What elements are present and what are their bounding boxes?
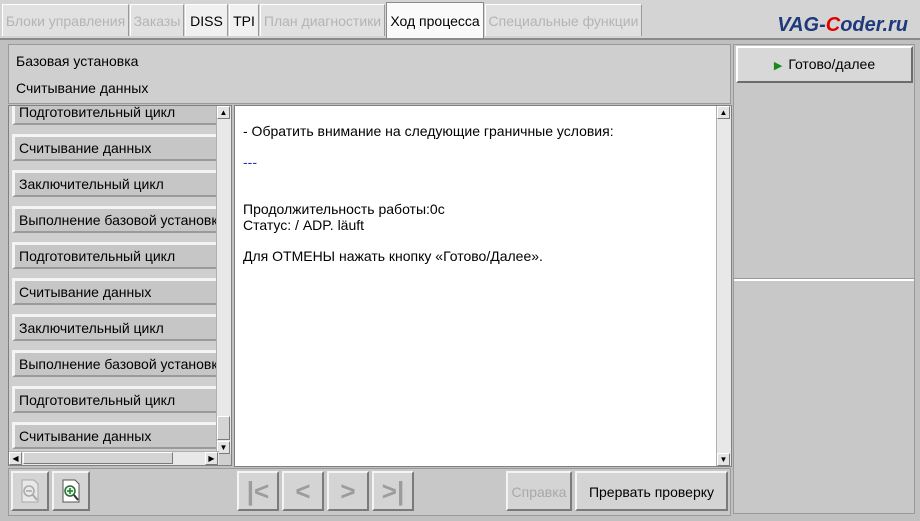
zoom-out-icon bbox=[21, 479, 39, 503]
list-item[interactable]: Считывание данных bbox=[12, 422, 217, 449]
list-item[interactable]: Подготовительный цикл bbox=[12, 386, 217, 413]
abort-check-button[interactable]: Прервать проверку bbox=[575, 471, 728, 511]
panel-divider bbox=[734, 278, 914, 281]
info-line: - Обратить внимание на следующие граничн… bbox=[243, 123, 614, 139]
tab-diagnostic-plan[interactable]: План диагностики bbox=[260, 4, 385, 36]
brand-watermark: VAG-Coder.ru bbox=[777, 14, 908, 36]
prev-page-button[interactable]: < bbox=[282, 471, 324, 511]
scroll-down-icon[interactable]: ▼ bbox=[717, 453, 730, 466]
first-page-icon: |< bbox=[246, 476, 270, 506]
zoom-out-button[interactable] bbox=[11, 471, 49, 511]
list-item[interactable]: Заключительный цикл bbox=[12, 170, 217, 197]
tab-special-functions[interactable]: Специальные функции bbox=[485, 4, 642, 36]
tab-tpi[interactable]: TPI bbox=[229, 4, 259, 36]
prev-page-icon: < bbox=[295, 476, 311, 506]
header-title: Базовая установка bbox=[16, 53, 139, 69]
list-item[interactable]: Считывание данных bbox=[12, 278, 217, 305]
play-icon: ▶ bbox=[773, 60, 783, 72]
step-list: Подготовительный цикл Считывание данных … bbox=[8, 105, 232, 466]
duration-text: Продолжительность работы:0c bbox=[243, 201, 445, 217]
cancel-hint-text: Для ОТМЕНЫ нажать кнопку «Готово/Далее». bbox=[243, 248, 543, 264]
bottom-toolbar: |< < > >| Справка Прервать проверку bbox=[8, 468, 731, 516]
tab-diss[interactable]: DISS bbox=[185, 4, 228, 36]
list-item[interactable]: Подготовительный цикл bbox=[12, 242, 217, 269]
first-page-button[interactable]: |< bbox=[237, 471, 279, 511]
tab-divider bbox=[0, 38, 920, 40]
next-page-icon: > bbox=[340, 476, 356, 506]
scroll-left-icon[interactable]: ◀ bbox=[9, 452, 22, 465]
scroll-right-icon[interactable]: ▶ bbox=[205, 452, 218, 465]
list-item[interactable]: Выполнение базовой установки bbox=[12, 350, 217, 377]
tab-control-units[interactable]: Блоки управления bbox=[2, 4, 129, 36]
list-item[interactable]: Заключительный цикл bbox=[12, 314, 217, 341]
zoom-in-icon bbox=[62, 479, 80, 503]
scroll-thumb[interactable] bbox=[217, 416, 230, 440]
right-panel: ▶ Готово/далее bbox=[733, 44, 915, 514]
scroll-up-icon[interactable]: ▲ bbox=[217, 106, 230, 119]
tab-orders[interactable]: Заказы bbox=[130, 4, 184, 36]
last-page-icon: >| bbox=[381, 476, 405, 506]
scroll-thumb[interactable] bbox=[23, 452, 173, 464]
list-vertical-scrollbar[interactable]: ▲ ▼ bbox=[216, 106, 231, 454]
last-page-button[interactable]: >| bbox=[372, 471, 414, 511]
scroll-up-icon[interactable]: ▲ bbox=[717, 106, 730, 119]
list-item[interactable]: Подготовительный цикл bbox=[12, 106, 217, 125]
next-page-button[interactable]: > bbox=[327, 471, 369, 511]
status-text: Статус: / ADP. läuft bbox=[243, 217, 365, 233]
tab-bar: Блоки управления Заказы DISS TPI План ди… bbox=[0, 0, 920, 40]
help-button[interactable]: Справка bbox=[506, 471, 572, 511]
tab-process[interactable]: Ход процесса bbox=[386, 2, 484, 38]
list-item[interactable]: Считывание данных bbox=[12, 134, 217, 161]
info-separator: --- bbox=[243, 154, 257, 170]
done-next-button[interactable]: ▶ Готово/далее bbox=[736, 46, 913, 83]
process-header: Базовая установка Считывание данных bbox=[8, 44, 731, 104]
list-item[interactable]: Выполнение базовой установки bbox=[12, 206, 217, 233]
header-subtitle: Считывание данных bbox=[16, 80, 149, 96]
text-vertical-scrollbar[interactable]: ▲ ▼ bbox=[716, 106, 731, 466]
info-text-panel: - Обратить внимание на следующие граничн… bbox=[234, 105, 732, 467]
zoom-in-button[interactable] bbox=[52, 471, 90, 511]
list-horizontal-scrollbar[interactable]: ◀ ▶ bbox=[9, 451, 219, 465]
